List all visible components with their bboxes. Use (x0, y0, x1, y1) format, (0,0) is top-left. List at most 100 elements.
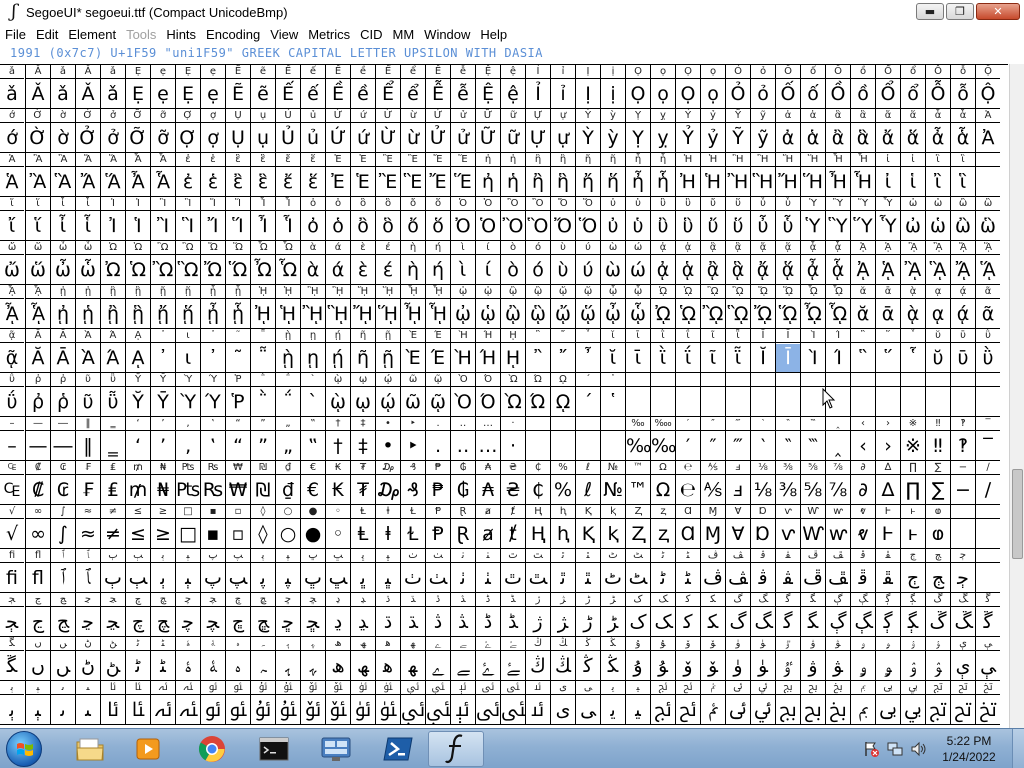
glyph-cell[interactable] (875, 373, 900, 417)
glyph-cell[interactable]: ᾶᾶ (975, 285, 1000, 329)
glyph-cell[interactable]: ”” (250, 417, 275, 461)
glyph-cell[interactable]: ₫ ₫ (275, 461, 300, 505)
glyph-cell[interactable]: ﰍﰍ (975, 681, 1000, 725)
glyph-cell[interactable]: ιι (175, 329, 200, 373)
glyph-cell[interactable]: ᾨᾨ (650, 285, 675, 329)
menu-hints[interactable]: Hints (161, 27, 201, 42)
glyph-cell[interactable]: ﭢﭢ (500, 549, 525, 593)
glyph-cell[interactable]: ὖὖ (750, 197, 775, 241)
glyph-cell[interactable]: ﯞﯞ (800, 637, 825, 681)
glyph-cell[interactable]: ừừ (400, 109, 425, 153)
glyph-cell[interactable]: ᾚᾚ (300, 285, 325, 329)
glyph-cell[interactable]: ồồ (850, 65, 875, 109)
glyph-cell[interactable]: ﭿﭿ (250, 593, 275, 637)
glyph-cell[interactable] (700, 373, 725, 417)
glyph-cell[interactable]: ﯰﯰ (250, 681, 275, 725)
glyph-cell[interactable]: ỌỌ (625, 65, 650, 109)
glyph-cell[interactable]: ﯬﯬ (150, 681, 175, 725)
glyph-cell[interactable]: ﯪﯪ (100, 681, 125, 725)
glyph-cell[interactable]: ợợ (200, 109, 225, 153)
glyph-cell[interactable]: ᾮᾮ (800, 285, 825, 329)
glyph-cell[interactable]: ﯯﯯ (225, 681, 250, 725)
glyph-cell[interactable]: ὭὭ (225, 241, 250, 285)
glyph-cell[interactable]: ᾓᾓ (125, 285, 150, 329)
glyph-cell[interactable]: ὊὊ (500, 197, 525, 241)
glyph-cell[interactable]: ǍǍ (25, 65, 50, 109)
glyph-cell[interactable]: ἊἊ (25, 153, 50, 197)
glyph-cell[interactable]: ờờ (50, 109, 75, 153)
glyph-cell[interactable]: ﭠﭠ (450, 549, 475, 593)
glyph-cell[interactable]: ᾰᾰ (850, 285, 875, 329)
glyph-cell[interactable]: ỤỤ (225, 109, 250, 153)
glyph-cell[interactable]: ἲἲ (925, 153, 950, 197)
glyph-cell[interactable]: ῙῙ (775, 329, 800, 373)
glyph-cell[interactable]: ﮆﮆ (425, 593, 450, 637)
glyph-cell[interactable]: ᾊᾊ (900, 241, 925, 285)
glyph-cell[interactable]: ῍ ῍ (525, 329, 550, 373)
glyph-cell[interactable]: ỷỷ (700, 109, 725, 153)
glyph-cell[interactable]: ﰊﰊ (900, 681, 925, 725)
glyph-cell[interactable]: ﮬﮬ (375, 637, 400, 681)
glyph-cell[interactable]: ᾑᾑ (75, 285, 100, 329)
menu-metrics[interactable]: Metrics (303, 27, 355, 42)
glyph-cell[interactable]: ᾯᾯ (825, 285, 850, 329)
glyph-cell[interactable]: ỵỵ (650, 109, 675, 153)
glyph-cell[interactable]: ᾭᾭ (775, 285, 800, 329)
glyph-cell[interactable]: ‧ ‧ (500, 417, 525, 461)
glyph-cell[interactable]: ﮚﮚ (925, 593, 950, 637)
glyph-cell[interactable]: ὓὓ (675, 197, 700, 241)
glyph-cell[interactable]: ﮐﮐ (675, 593, 700, 637)
glyph-cell[interactable]: ₥ ₥ (125, 461, 150, 505)
glyph-cell[interactable]: ﭕﭕ (175, 549, 200, 593)
glyph-cell[interactable] (925, 373, 950, 417)
glyph-cell[interactable]: ΊΊ (825, 329, 850, 373)
glyph-cell[interactable]: ﭰﭰ (850, 549, 875, 593)
glyph-cell[interactable]: ἣἣ (550, 153, 575, 197)
glyph-cell[interactable] (625, 373, 650, 417)
glyph-cell[interactable]: ᾴᾴ (950, 285, 975, 329)
glyph-cell[interactable]: ﭽﭽ (200, 593, 225, 637)
glyph-cell[interactable]: ﭘﭘ (250, 549, 275, 593)
glyph-cell[interactable]: ᾗᾗ (225, 285, 250, 329)
glyph-cell[interactable]: ἹἹ (125, 197, 150, 241)
glyph-cell[interactable]: ῲῲ (325, 373, 350, 417)
glyph-cell[interactable]: ỡỡ (150, 109, 175, 153)
glyph-cell[interactable]: ῘῘ (750, 329, 775, 373)
glyph-cell[interactable]: ὮὮ (250, 241, 275, 285)
glyph-cell[interactable]: ίί (475, 241, 500, 285)
glyph-cell[interactable]: ﯤﯤ (950, 637, 975, 681)
glyph-cell[interactable]: • • (375, 417, 400, 461)
glyph-cell[interactable]: ′ ′ (675, 417, 700, 461)
glyph-cell[interactable]: ₩ ₩ (225, 461, 250, 505)
glyph-cell[interactable]: ﯗﯗ (625, 637, 650, 681)
glyph-cell[interactable]: ﮏﮏ (650, 593, 675, 637)
glyph-cell[interactable]: ﭜﭜ (350, 549, 375, 593)
glyph-cell[interactable]: ἠἠ (475, 153, 500, 197)
glyph-cell[interactable]: ὉὉ (475, 197, 500, 241)
glyph-cell[interactable]: ﯽﯽ (575, 681, 600, 725)
glyph-cell[interactable]: ﭴﭴ (950, 549, 975, 593)
glyph-cell[interactable]: ᾍᾍ (975, 241, 1000, 285)
glyph-cell[interactable]: ἎἎ (125, 153, 150, 197)
glyph-cell[interactable]: ﭒﭒ (100, 549, 125, 593)
glyph-cell[interactable]: ἳἳ (950, 153, 975, 197)
glyph-cell[interactable]: ₡ ₡ (25, 461, 50, 505)
glyph-cell[interactable]: ἕἕ (300, 153, 325, 197)
glyph-cell[interactable]: ὥὥ (25, 241, 50, 285)
glyph-cell[interactable]: ΅ ΅ (275, 373, 300, 417)
glyph-cell[interactable]: ὡὡ (925, 197, 950, 241)
glyph-cell[interactable]: ∆ ∆ (875, 461, 900, 505)
glyph-cell[interactable]: ₤ ₤ (100, 461, 125, 505)
glyph-cell[interactable]: ⱫⱫ (625, 505, 650, 549)
glyph-cell[interactable] (750, 373, 775, 417)
glyph-cell[interactable]: ὬὬ (200, 241, 225, 285)
glyph-cell[interactable]: ⅍ ⅍ (700, 461, 725, 505)
glyph-cell[interactable]: ῖῖ (700, 329, 725, 373)
glyph-cell[interactable]: ἱἱ (900, 153, 925, 197)
glyph-cell[interactable]: ῊῊ (450, 329, 475, 373)
glyph-cell[interactable]: ỜỜ (25, 109, 50, 153)
glyph-cell[interactable]: ⱮⱮ (700, 505, 725, 549)
glyph-cell[interactable]: ﯛﯛ (725, 637, 750, 681)
glyph-cell[interactable]: ∑ ∑ (925, 461, 950, 505)
glyph-cell[interactable]: ﮢﮢ (125, 637, 150, 681)
